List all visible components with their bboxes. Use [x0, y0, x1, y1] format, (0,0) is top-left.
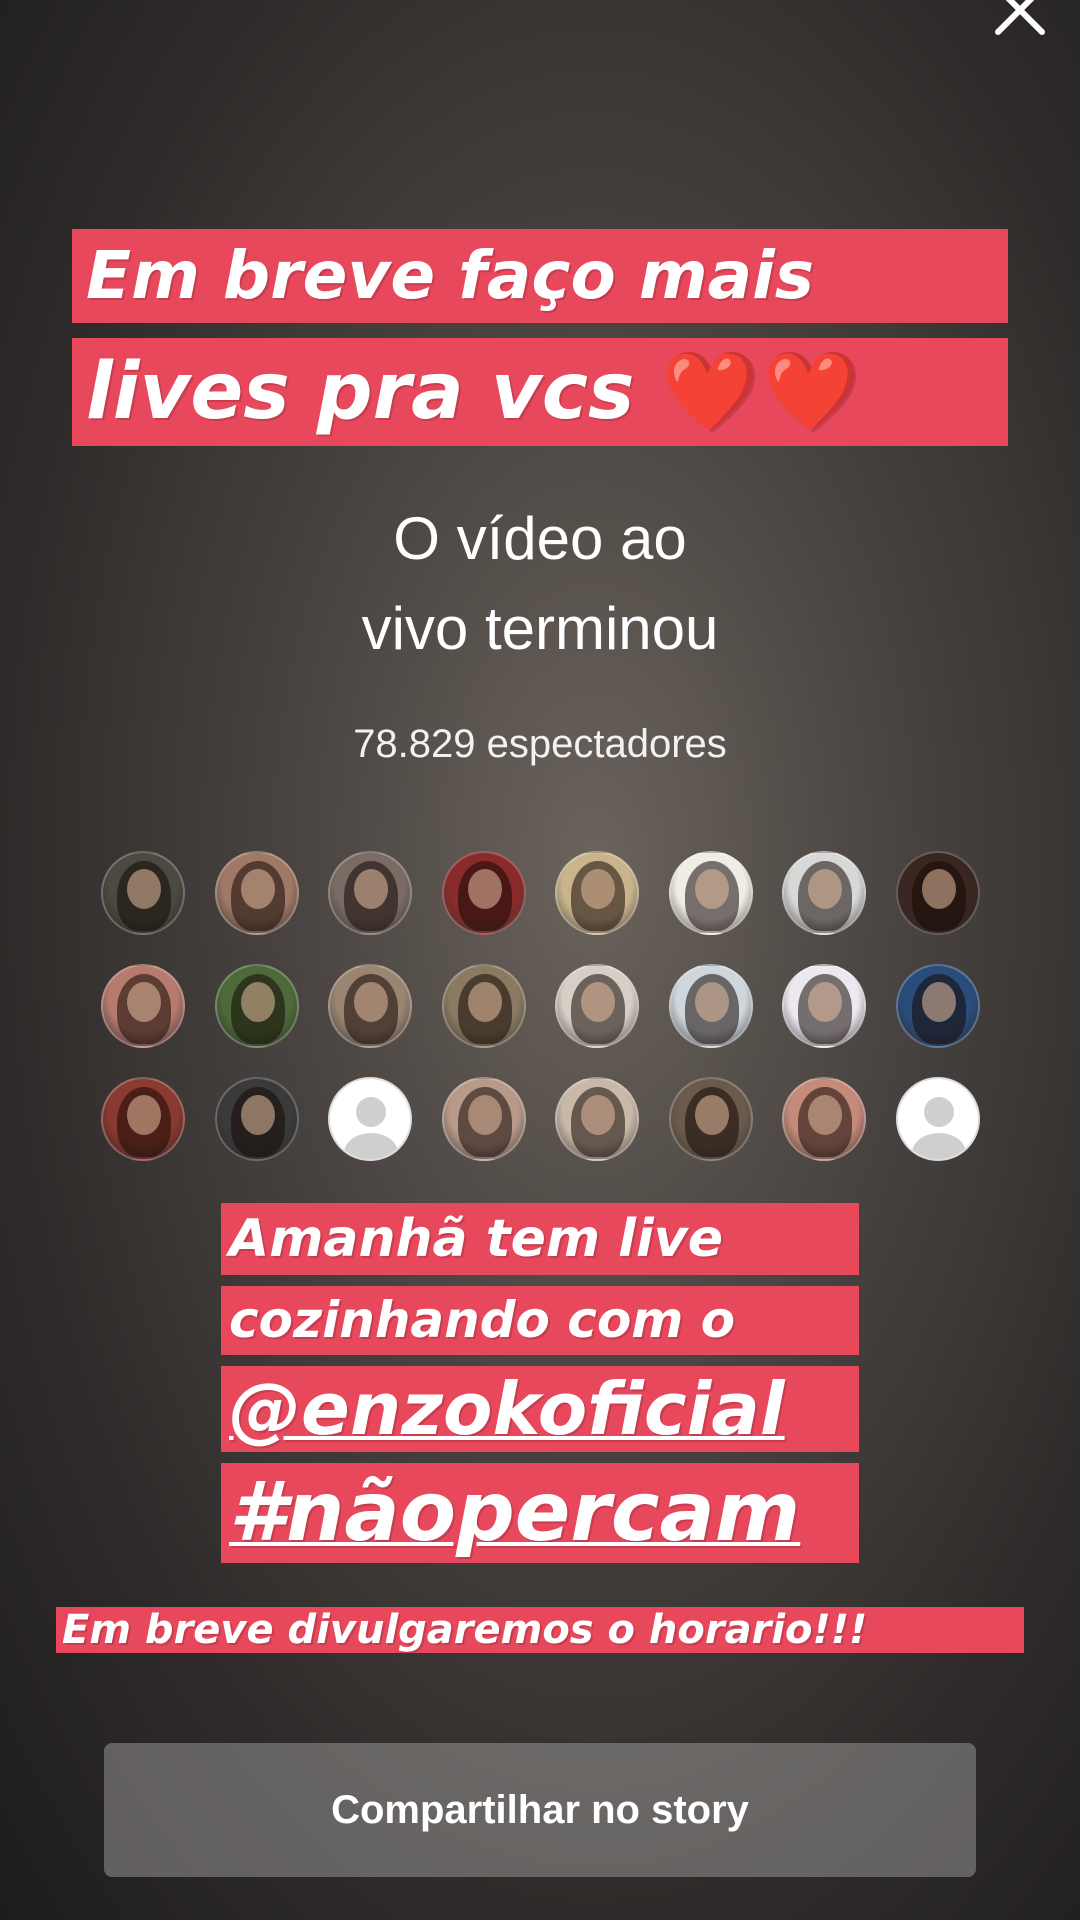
viewer-avatar[interactable]: [555, 851, 639, 935]
avatar-photo-face: [808, 982, 842, 1022]
avatar-photo-face: [354, 982, 388, 1022]
viewer-avatar[interactable]: [782, 851, 866, 935]
viewer-avatar[interactable]: [328, 851, 412, 935]
viewer-avatar[interactable]: [101, 964, 185, 1048]
viewer-avatar[interactable]: [782, 1077, 866, 1161]
avatar-photo-face: [467, 982, 502, 1022]
viewer-avatar[interactable]: [895, 851, 980, 935]
avatar-photo-face: [127, 1095, 161, 1135]
caption-announcement-1: Amanhã tem live: [221, 1203, 859, 1275]
viewer-avatar[interactable]: [441, 1077, 526, 1161]
avatar-photo-face: [694, 1095, 729, 1135]
default-user-icon: [923, 1097, 954, 1127]
default-user-icon: [356, 1097, 386, 1127]
avatar-photo-face: [467, 1095, 502, 1135]
viewer-avatar[interactable]: [555, 964, 639, 1048]
caption-schedule-note: Em breve divulgaremos o horario!!!: [56, 1607, 1024, 1653]
avatar-photo-face: [808, 869, 842, 909]
caption-announcement-2-text: cozinhando com o: [229, 1291, 736, 1349]
viewer-avatar[interactable]: [555, 1077, 639, 1161]
caption-line-1-text: Em breve faço mais: [86, 237, 815, 314]
viewer-avatar[interactable]: [668, 1077, 753, 1161]
viewer-avatar[interactable]: [441, 964, 526, 1048]
avatar-photo-face: [581, 982, 615, 1022]
avatar-photo-face: [694, 982, 729, 1022]
live-ended-line-1: O vídeo ao: [393, 505, 687, 572]
avatar-photo-face: [581, 1095, 615, 1135]
viewer-avatar[interactable]: [441, 851, 526, 935]
viewer-avatar-grid: [101, 851, 981, 1161]
avatar-photo-face: [240, 1095, 275, 1135]
avatar-photo-face: [921, 982, 956, 1022]
live-ended-line-2: vivo terminou: [361, 595, 719, 662]
hashtag-tag[interactable]: #nãopercam: [221, 1463, 859, 1563]
close-button[interactable]: [990, 0, 1050, 40]
viewer-avatar-default[interactable]: [328, 1077, 412, 1161]
avatar-photo-face: [808, 1095, 842, 1135]
close-icon: [995, 0, 1045, 35]
mention-tag[interactable]: @enzokoficial: [221, 1366, 859, 1452]
avatar-photo-face: [467, 869, 502, 909]
viewer-avatar[interactable]: [214, 851, 299, 935]
viewer-avatar[interactable]: [782, 964, 866, 1048]
share-to-story-button[interactable]: Compartilhar no story: [104, 1743, 976, 1877]
viewer-avatar[interactable]: [895, 964, 980, 1048]
default-user-body: [911, 1133, 966, 1159]
viewer-avatar[interactable]: [668, 964, 753, 1048]
viewer-avatar[interactable]: [101, 851, 185, 935]
caption-line-2: lives pra vcs ❤️❤️: [72, 338, 1008, 446]
viewer-avatar[interactable]: [668, 851, 753, 935]
avatar-photo-face: [240, 982, 275, 1022]
viewer-avatar[interactable]: [214, 1077, 299, 1161]
live-ended-title: O vídeo ao vivo terminou: [0, 494, 1080, 674]
caption-announcement-1-text: Amanhã tem live: [229, 1209, 723, 1269]
viewer-avatar[interactable]: [101, 1077, 185, 1161]
mention-tag-text: @enzokoficial: [229, 1367, 785, 1451]
avatar-photo-face: [127, 982, 161, 1022]
viewer-count: 78.829 espectadores: [353, 722, 727, 766]
caption-announcement-2: cozinhando com o: [221, 1286, 859, 1355]
avatar-photo-face: [240, 869, 275, 909]
viewer-avatar[interactable]: [214, 964, 299, 1048]
caption-line-2-text: lives pra vcs: [86, 347, 635, 437]
caption-schedule-note-text: Em breve divulgaremos o horario!!!: [62, 1607, 868, 1653]
caption-line-1: Em breve faço mais: [72, 229, 1008, 323]
avatar-photo-face: [921, 869, 956, 909]
avatar-photo-face: [127, 869, 161, 909]
avatar-photo-face: [354, 869, 388, 909]
hashtag-tag-text: #nãopercam: [229, 1465, 801, 1560]
heart-emoji-icon: ❤️❤️: [661, 347, 864, 437]
avatar-photo-face: [694, 869, 729, 909]
viewer-avatar-default[interactable]: [895, 1077, 980, 1161]
viewer-avatar[interactable]: [328, 964, 412, 1048]
default-user-body: [344, 1133, 398, 1159]
avatar-photo-face: [581, 869, 615, 909]
